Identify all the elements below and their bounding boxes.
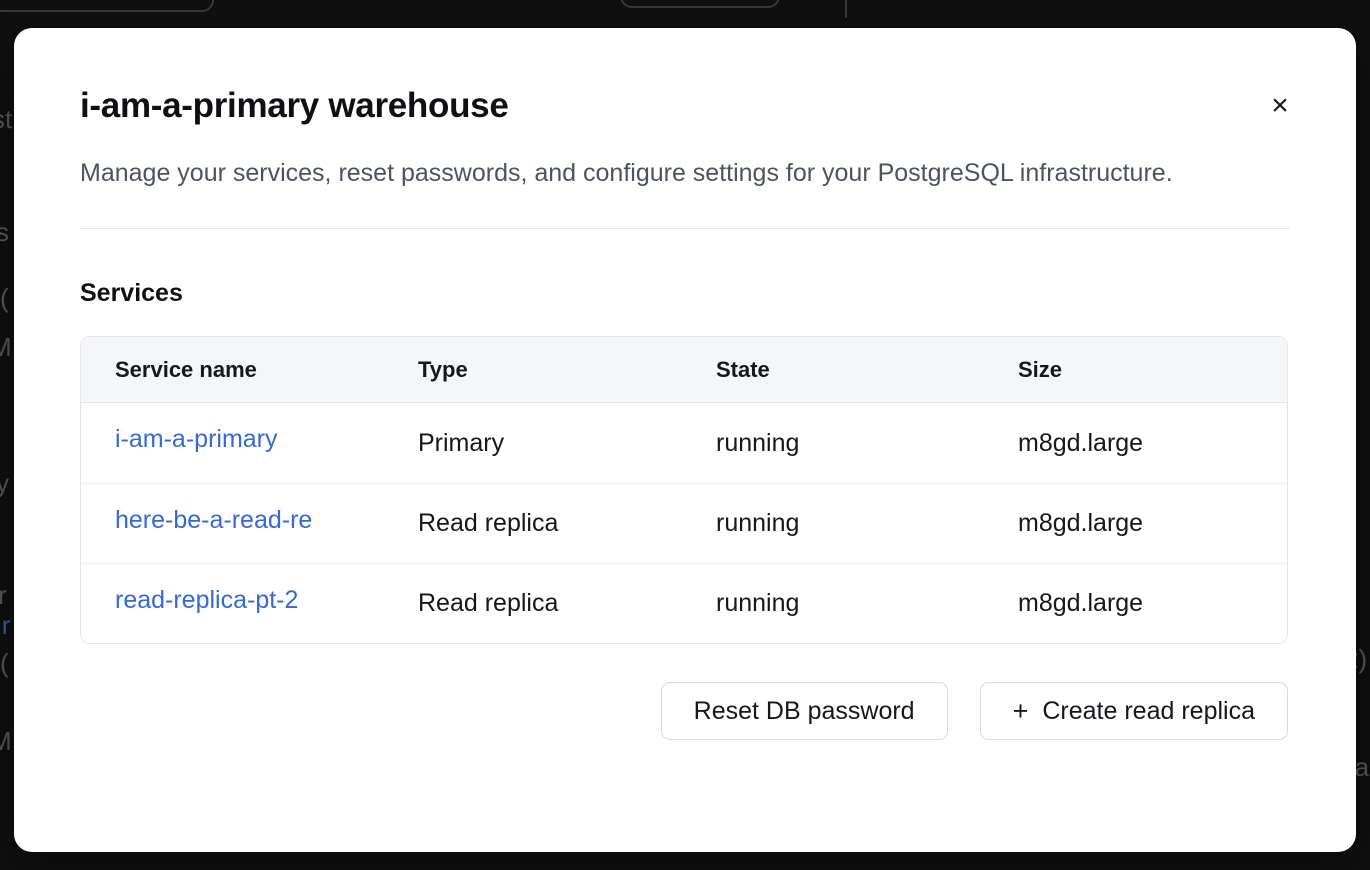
table-row: i-am-a-primary Primaryrunningm8gd.large (81, 403, 1287, 483)
service-name-link[interactable]: here-be-a-read-re (115, 506, 312, 535)
column-header-size: Size (1018, 357, 1287, 383)
background-divider (845, 0, 847, 18)
dialog-title: i-am-a-primary warehouse (80, 86, 1290, 126)
plus-icon: + (1013, 698, 1029, 725)
warehouse-dialog: i-am-a-primary warehouse × Manage your s… (14, 28, 1356, 852)
service-size: m8gd.large (1018, 509, 1287, 538)
services-table: Service name Type State Size i-am-a-prim… (80, 336, 1288, 644)
background-text-fragment: ( (0, 648, 9, 678)
dialog-footer: Reset DB password + Create read replica (80, 682, 1288, 740)
create-read-replica-button[interactable]: + Create read replica (980, 682, 1288, 740)
create-read-replica-label: Create read replica (1042, 697, 1255, 726)
background-text-fragment: s (0, 217, 9, 247)
services-heading: Services (80, 279, 1290, 308)
background-button-outline (620, 0, 780, 8)
background-text-fragment: ir (0, 610, 10, 640)
column-header-type: Type (418, 357, 716, 383)
divider (80, 228, 1290, 229)
background-text-fragment: r (0, 580, 7, 610)
column-header-service-name: Service name (81, 357, 418, 383)
dialog-header: i-am-a-primary warehouse × (80, 86, 1290, 126)
close-icon[interactable]: × (1258, 84, 1302, 128)
background-text-fragment: st (0, 104, 12, 134)
reset-db-password-label: Reset DB password (694, 697, 915, 726)
background-button-outline (0, 0, 214, 12)
service-name-link[interactable]: read-replica-pt-2 (115, 586, 298, 615)
service-state: running (716, 509, 1018, 538)
service-state: running (716, 429, 1018, 458)
background-text-fragment: y (0, 468, 9, 498)
service-size: m8gd.large (1018, 589, 1287, 618)
service-state: running (716, 589, 1018, 618)
dialog-description: Manage your services, reset passwords, a… (80, 152, 1220, 194)
service-size: m8gd.large (1018, 429, 1287, 458)
service-type: Read replica (418, 509, 716, 538)
column-header-state: State (716, 357, 1018, 383)
reset-db-password-button[interactable]: Reset DB password (661, 682, 948, 740)
service-name-link[interactable]: i-am-a-primary (115, 425, 278, 454)
service-name-cell: here-be-a-read-re (81, 506, 418, 542)
table-row: read-replica-pt-2 Read replicarunningm8gd… (81, 563, 1287, 643)
service-type: Primary (418, 429, 716, 458)
table-header-row: Service name Type State Size (81, 337, 1287, 403)
service-name-cell: i-am-a-primary (81, 425, 418, 461)
table-body: i-am-a-primaryPrimaryrunningm8gd.largehe… (81, 403, 1287, 643)
service-name-cell: read-replica-pt-2 (81, 586, 418, 622)
table-row: here-be-a-read-re Read replicarunningm8gd… (81, 483, 1287, 563)
background-text-fragment: ( (0, 283, 9, 313)
service-type: Read replica (418, 589, 716, 618)
